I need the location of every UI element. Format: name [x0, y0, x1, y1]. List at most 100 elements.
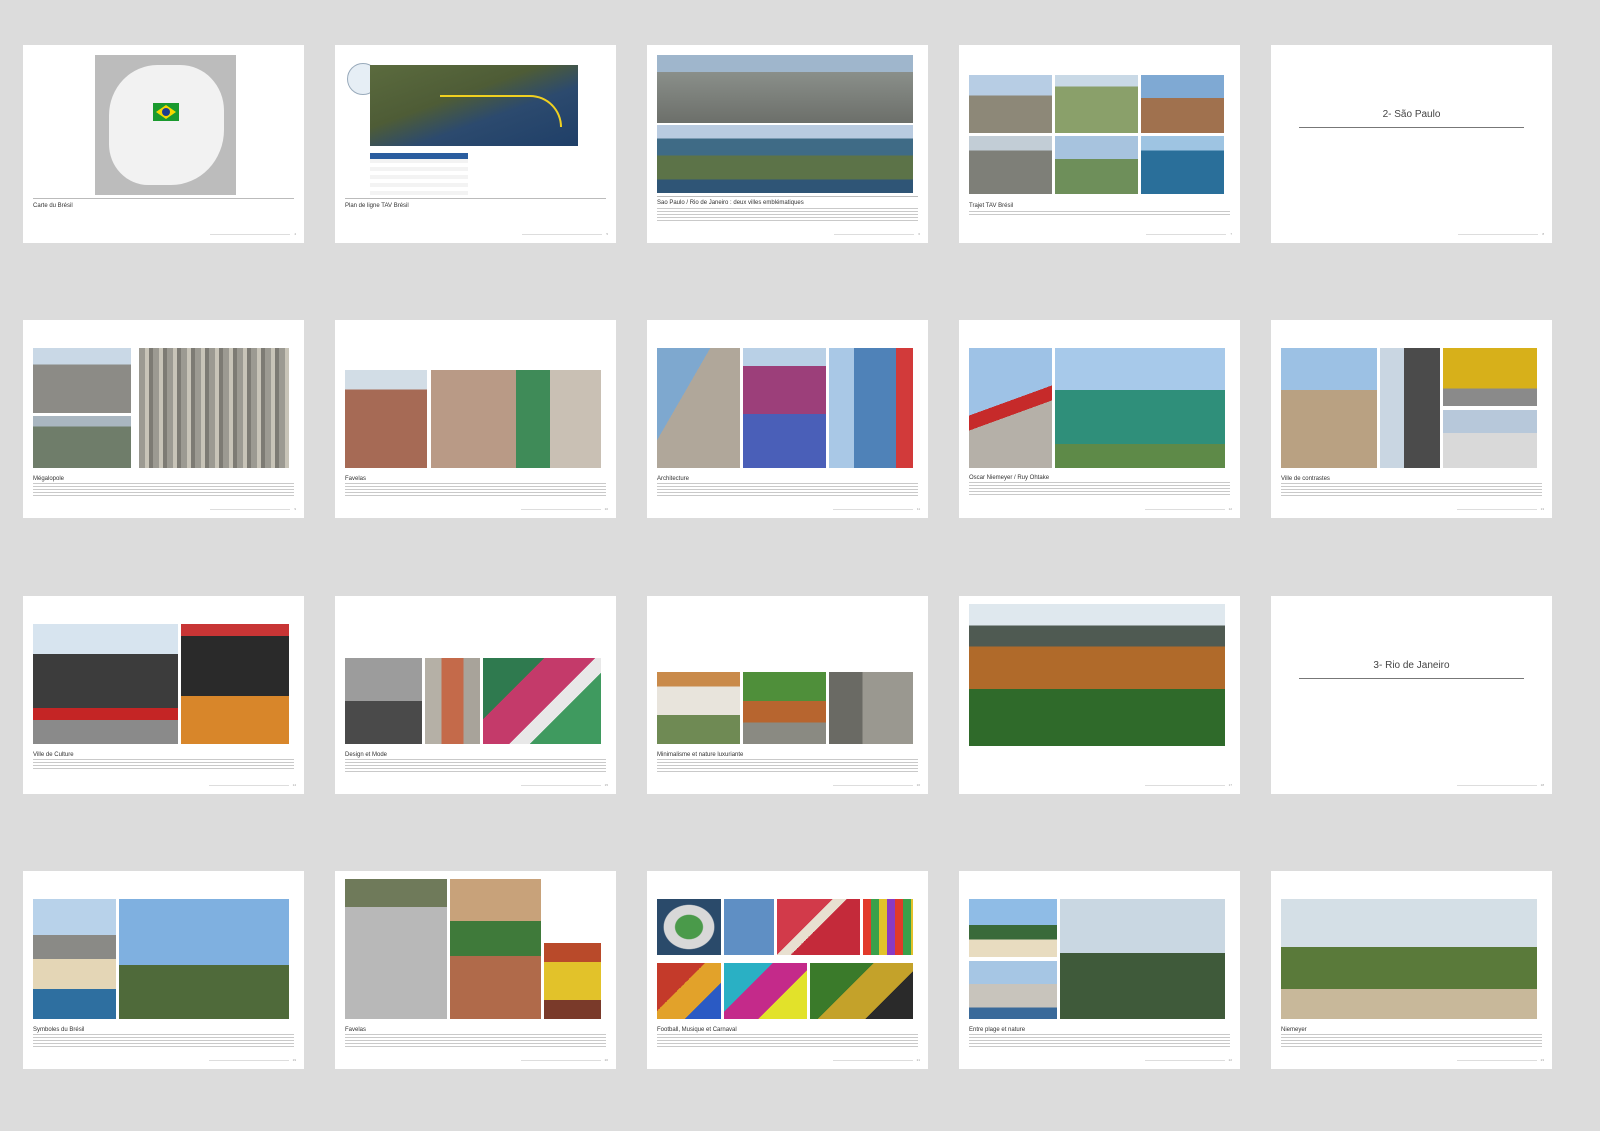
page-number: 15 — [520, 783, 608, 787]
page-thumbnail[interactable]: Favelas 20 — [335, 871, 616, 1069]
page-caption: Architecture — [657, 476, 690, 482]
waterfront-photo — [969, 961, 1057, 1019]
page-thumbnail[interactable]: Minimalisme et nature luxuriante 16 — [647, 596, 928, 794]
body-text — [1281, 483, 1542, 497]
page-thumbnail[interactable]: Trajet TAV Brésil 7 — [959, 45, 1240, 243]
crowd-photo — [777, 899, 860, 955]
body-text — [345, 759, 606, 773]
concrete-house-photo — [829, 672, 913, 744]
favela-photo — [345, 370, 427, 468]
page-caption: Sao Paulo / Rio de Janeiro : deux villes… — [657, 200, 804, 206]
page-thumbnail[interactable]: Mégalopole 9 — [23, 320, 304, 518]
bookstore-photo — [181, 624, 289, 744]
city-photo — [969, 75, 1052, 133]
colorful-building-photo — [743, 348, 826, 468]
page-number: 23 — [1456, 1058, 1544, 1062]
presentation-page-grid: Carte du Brésil 4 Plan de ligne TAV Brés… — [0, 0, 1600, 1131]
page-thumbnail[interactable]: 2- São Paulo 8 — [1271, 45, 1552, 243]
skyline-photo — [33, 348, 131, 413]
basilica-photo — [1141, 75, 1224, 133]
page-thumbnail[interactable]: Favelas 10 — [335, 320, 616, 518]
page-number: 6 — [834, 232, 920, 236]
page-number: 17 — [1144, 783, 1232, 787]
page-caption: Entre plage et nature — [969, 1027, 1026, 1033]
page-thumbnail[interactable]: Football, Musique et Carnaval 21 — [647, 871, 928, 1069]
page-number: 14 — [208, 783, 296, 787]
page-number: 20 — [520, 1058, 608, 1062]
green-wall-photo — [483, 658, 601, 744]
favela-aerial-photo — [431, 370, 601, 468]
page-number: 11 — [832, 507, 920, 511]
page-caption: Favelas — [345, 1027, 367, 1033]
page-caption: Football, Musique et Carnaval — [657, 1027, 737, 1033]
tower-photo — [829, 348, 913, 468]
page-thumbnail[interactable]: Entre plage et nature 22 — [959, 871, 1240, 1069]
masp-museum-photo — [33, 624, 178, 744]
page-number: 9 — [210, 507, 296, 511]
page-caption: Mégalopole — [33, 476, 65, 482]
rio-panorama-image — [657, 125, 913, 193]
page-thumbnail[interactable]: Oscar Niemeyer / Ruy Ohtake 12 — [959, 320, 1240, 518]
yellow-building-photo — [1443, 348, 1537, 406]
tropical-house-photo — [743, 672, 826, 744]
body-text — [969, 1034, 1230, 1048]
section-title: 2- São Paulo — [1382, 109, 1441, 120]
niemeyer-photo — [969, 348, 1052, 468]
favela-stairs-photo — [345, 879, 447, 1019]
bridge-photo — [33, 416, 131, 468]
sao-paulo-panorama-image — [657, 55, 913, 123]
facade-photo — [425, 658, 480, 744]
page-thumbnail[interactable]: 17 — [959, 596, 1240, 794]
mountain-photo — [1055, 136, 1138, 194]
section-title: 3- Rio de Janeiro — [1373, 660, 1450, 671]
coast-photo — [1141, 136, 1224, 194]
brazil-map-image — [95, 55, 236, 195]
body-text — [1281, 1034, 1542, 1048]
page-caption: Plan de ligne TAV Brésil — [345, 203, 409, 209]
page-thumbnail[interactable]: Design et Mode 15 — [335, 596, 616, 794]
page-thumbnail[interactable]: Ville de Culture 14 — [23, 596, 304, 794]
page-thumbnail[interactable]: Architecture 11 — [647, 320, 928, 518]
carnival-photo — [657, 963, 721, 1019]
carnival-dancer-photo — [724, 963, 807, 1019]
body-text — [657, 1034, 918, 1048]
favela-sign-photo — [544, 943, 601, 1019]
page-thumbnail[interactable]: Symboles du Brésil 19 — [23, 871, 304, 1069]
page-number: 10 — [520, 507, 608, 511]
body-text — [345, 483, 606, 497]
page-number: 21 — [832, 1058, 920, 1062]
body-text — [345, 1034, 606, 1048]
copacabana-photo — [33, 899, 116, 1019]
flip-flops-photo — [863, 899, 913, 955]
page-thumbnail[interactable]: Sao Paulo / Rio de Janeiro : deux villes… — [647, 45, 928, 243]
body-text — [657, 208, 918, 222]
page-thumbnail[interactable]: Carte du Brésil 4 — [23, 45, 304, 243]
page-thumbnail[interactable]: Ville de contrastes 13 — [1271, 320, 1552, 518]
body-text — [657, 483, 918, 497]
satellite-map-image — [370, 65, 578, 146]
body-text — [969, 211, 1230, 216]
niteroi-museum-photo — [1281, 899, 1537, 1019]
city-photo — [969, 136, 1052, 194]
page-caption: Niemeyer — [1281, 1027, 1307, 1033]
page-number: 19 — [208, 1058, 296, 1062]
page-thumbnail[interactable]: Niemeyer 23 — [1271, 871, 1552, 1069]
route-table — [370, 153, 468, 195]
page-caption: Ville de contrastes — [1281, 476, 1330, 482]
building-photo — [657, 348, 740, 468]
page-caption: Symboles du Brésil — [33, 1027, 85, 1033]
aerial-city-photo — [139, 348, 289, 468]
page-thumbnail[interactable]: Plan de ligne TAV Brésil 5 — [335, 45, 616, 243]
page-caption: Ville de Culture — [33, 752, 74, 758]
page-number: 4 — [210, 232, 296, 236]
page-caption: Minimalisme et nature luxuriante — [657, 752, 744, 758]
page-number: 18 — [1456, 783, 1544, 787]
page-caption: Design et Mode — [345, 752, 388, 758]
campus-photo — [1055, 75, 1138, 133]
football-player-photo — [724, 899, 774, 955]
page-thumbnail[interactable]: 3- Rio de Janeiro 18 — [1271, 596, 1552, 794]
beach-photo — [969, 899, 1057, 957]
body-text — [969, 482, 1230, 496]
carnival-costume-photo — [810, 963, 913, 1019]
page-number: 13 — [1456, 507, 1544, 511]
